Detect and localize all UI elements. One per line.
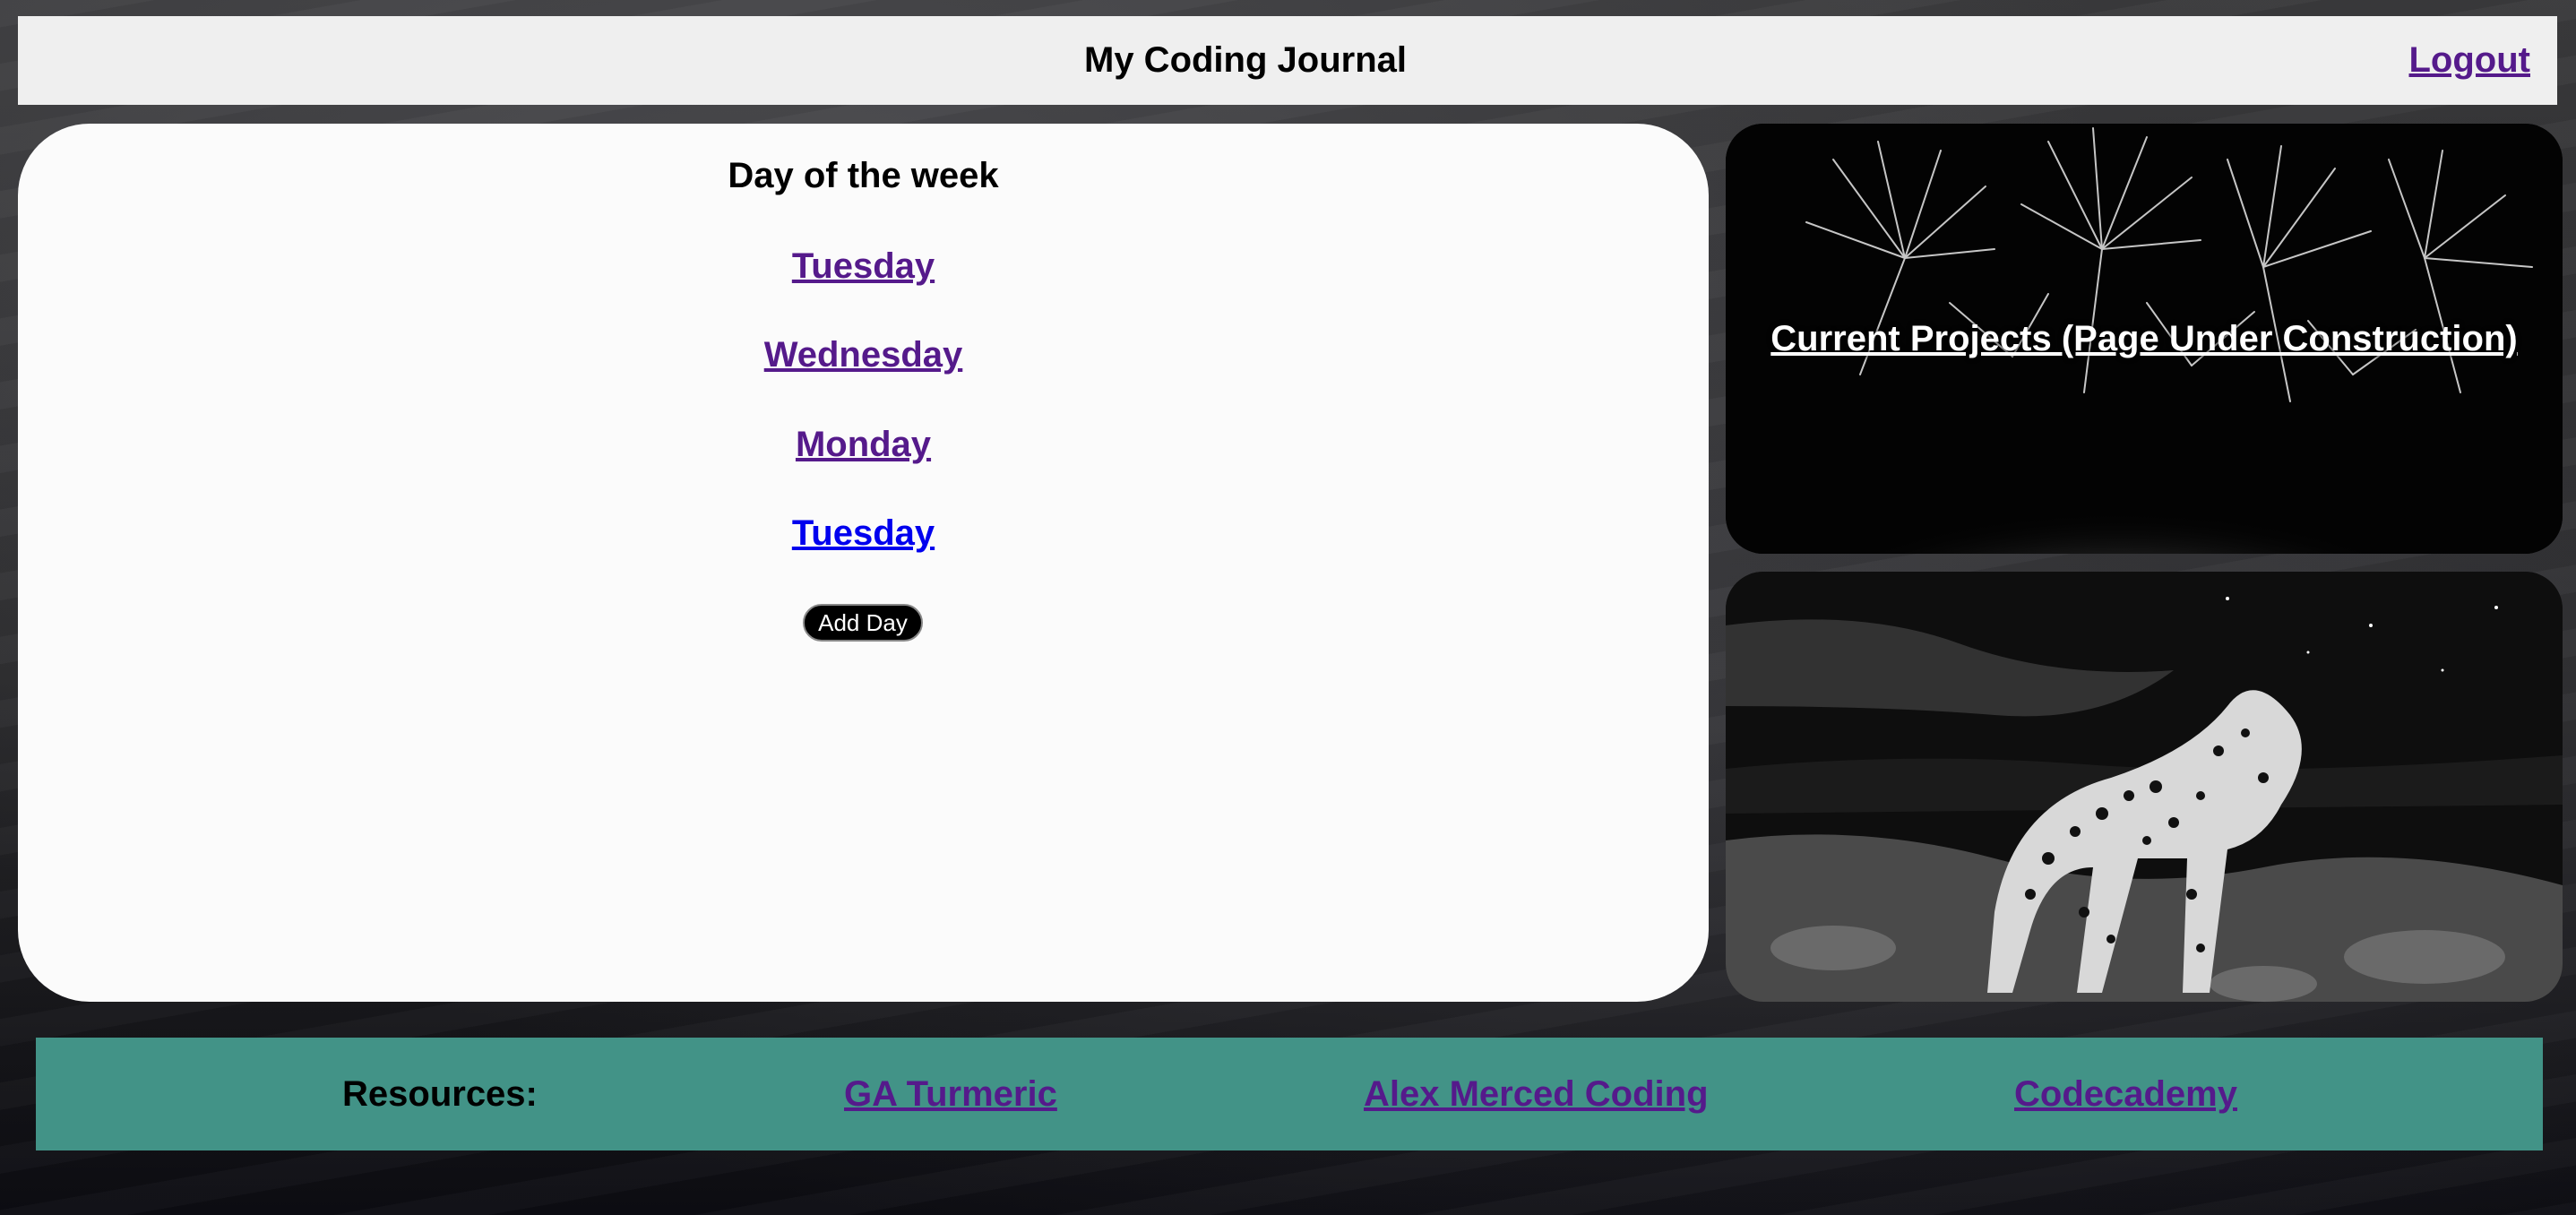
top-nav: My Coding Journal Logout bbox=[18, 16, 2557, 105]
logout-link[interactable]: Logout bbox=[2409, 16, 2531, 105]
day-link-item: Monday bbox=[18, 425, 1709, 465]
leopard-image-card bbox=[1726, 572, 2563, 1002]
day-link-monday[interactable]: Monday bbox=[796, 425, 931, 464]
resources-footer: Resources: GA Turmeric Alex Merced Codin… bbox=[36, 1038, 2543, 1150]
day-link-item: Tuesday bbox=[18, 246, 1709, 287]
projects-card: Current Projects (Page Under Constructio… bbox=[1726, 124, 2563, 554]
page-title: My Coding Journal bbox=[1084, 40, 1407, 80]
resources-label: Resources: bbox=[342, 1074, 538, 1114]
alex-merced-coding-link[interactable]: Alex Merced Coding bbox=[1364, 1038, 1709, 1150]
day-link-tuesday[interactable]: Tuesday bbox=[792, 246, 935, 286]
codecademy-link[interactable]: Codecademy bbox=[2014, 1038, 2237, 1150]
day-of-week-heading: Day of the week bbox=[728, 156, 999, 195]
add-day-button[interactable]: Add Day bbox=[803, 604, 923, 642]
ga-turmeric-link[interactable]: GA Turmeric bbox=[844, 1038, 1057, 1150]
journal-card: Day of the week Tuesday Wednesday Monday… bbox=[18, 124, 1709, 1002]
day-link-tuesday-2[interactable]: Tuesday bbox=[792, 513, 935, 553]
day-link-item: Tuesday bbox=[18, 513, 1709, 554]
current-projects-link[interactable]: Current Projects (Page Under Constructio… bbox=[1726, 124, 2563, 554]
day-link-wednesday[interactable]: Wednesday bbox=[764, 335, 963, 375]
leopard-image bbox=[1726, 572, 2563, 1002]
day-link-item: Wednesday bbox=[18, 335, 1709, 375]
